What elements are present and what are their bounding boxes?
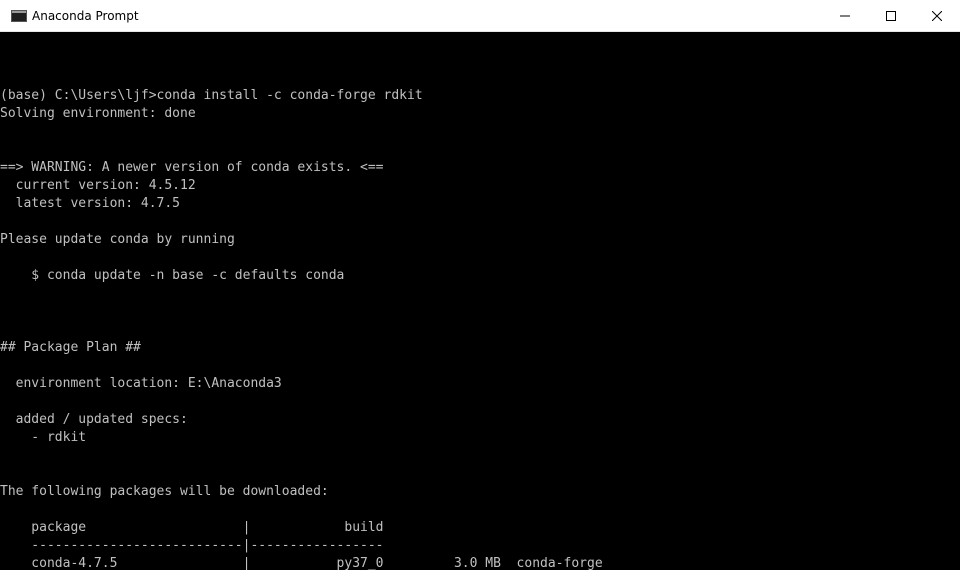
maximize-button[interactable] [868,0,914,32]
console-line: added / updated specs: [0,412,188,427]
console-line: ==> WARNING: A newer version of conda ex… [0,160,384,175]
anaconda-prompt-window: Anaconda Prompt (base) C:\Users\ljf>cond… [0,0,960,570]
close-icon [932,11,942,21]
console-line: - rdkit [0,430,87,445]
console-line: ## Package Plan ## [0,340,141,355]
console-line: $ conda update -n base -c defaults conda [0,268,345,283]
console-line: package | build [0,520,384,535]
maximize-icon [886,11,896,21]
console-output[interactable]: (base) C:\Users\ljf>conda install -c con… [0,33,960,570]
console-line: Solving environment: done [0,106,196,121]
console-line: Please update conda by running [0,232,235,247]
close-button[interactable] [914,0,960,32]
title-bar[interactable]: Anaconda Prompt [0,0,960,32]
console-line: The following packages will be downloade… [0,484,329,499]
console-line: conda-4.7.5 | py37_0 3.0 MB conda-forge [0,556,603,570]
console-line: latest version: 4.7.5 [0,196,181,211]
console-line: current version: 4.5.12 [0,178,196,193]
console-icon [11,10,27,22]
console-line: (base) C:\Users\ljf>conda install -c con… [0,88,423,103]
window-title: Anaconda Prompt [32,9,139,23]
console-line: ---------------------------|------------… [0,538,384,553]
minimize-icon [840,15,850,17]
minimize-button[interactable] [822,0,868,32]
console-line: environment location: E:\Anaconda3 [0,376,282,391]
